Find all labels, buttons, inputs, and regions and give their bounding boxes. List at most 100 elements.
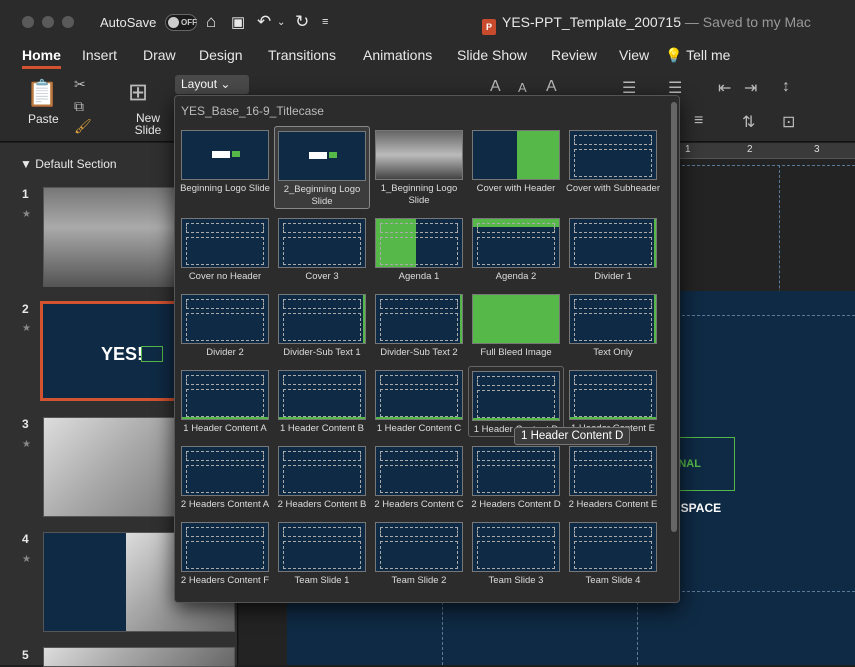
- minimize-window-button[interactable]: [42, 16, 54, 28]
- layout-label: Divider-Sub Text 2: [380, 347, 458, 358]
- layout-option-2-beginning-logo-slide[interactable]: 2_Beginning Logo Slide: [274, 126, 370, 209]
- new-slide-icon[interactable]: ⊞: [128, 78, 148, 107]
- increase-indent-icon[interactable]: ⇥: [744, 78, 757, 98]
- layout-option-2-headers-content-c[interactable]: 2 Headers Content C: [371, 442, 467, 511]
- cut-icon[interactable]: ✂: [74, 76, 86, 93]
- layout-option-team-slide-4[interactable]: Team Slide 4: [565, 518, 661, 587]
- powerpoint-file-icon: P: [482, 19, 496, 35]
- layout-option-cover-with-subheader[interactable]: Cover with Subheader: [565, 126, 661, 195]
- layout-preview: [181, 294, 269, 344]
- layout-label: 2 Headers Content C: [374, 499, 464, 510]
- close-window-button[interactable]: [22, 16, 34, 28]
- layout-preview: [375, 446, 463, 496]
- tab-view[interactable]: View: [619, 47, 649, 63]
- tab-insert[interactable]: Insert: [82, 47, 117, 63]
- layout-option-1-header-content-b[interactable]: 1 Header Content B: [274, 366, 370, 435]
- save-icon[interactable]: ▣: [231, 13, 245, 31]
- layout-preview: [278, 218, 366, 268]
- layout-option-2-headers-content-f[interactable]: 2 Headers Content F: [177, 518, 273, 587]
- layout-option-text-only[interactable]: Text Only: [565, 290, 661, 359]
- layout-option-divider-2[interactable]: Divider 2: [177, 290, 273, 359]
- layout-option-divider-sub-text-2[interactable]: Divider-Sub Text 2: [371, 290, 467, 359]
- customize-toolbar-icon[interactable]: ≡: [322, 16, 328, 28]
- line-spacing-icon[interactable]: ↕: [782, 78, 790, 96]
- layout-button[interactable]: Layout ⌄: [175, 75, 249, 94]
- layout-option-1-beginning-logo-slide[interactable]: 1_Beginning Logo Slide: [371, 126, 467, 207]
- tooltip: 1 Header Content D: [514, 427, 631, 445]
- document-title: P YES-PPT_Template_200715 — Saved to my M…: [482, 14, 811, 35]
- layout-option-team-slide-3[interactable]: Team Slide 3: [468, 518, 564, 587]
- autosave-toggle[interactable]: OFF: [165, 14, 197, 31]
- tab-home[interactable]: Home: [22, 47, 61, 69]
- redo-icon[interactable]: ↻: [295, 12, 309, 32]
- layout-preview: [472, 130, 560, 180]
- layout-label: Cover 3: [305, 271, 339, 282]
- layout-option-1-header-content-c[interactable]: 1 Header Content C: [371, 366, 467, 435]
- layout-option-team-slide-2[interactable]: Team Slide 2: [371, 518, 467, 587]
- zoom-window-button[interactable]: [62, 16, 74, 28]
- chevron-down-icon[interactable]: ⌄: [277, 17, 285, 28]
- layout-option-cover-with-header[interactable]: Cover with Header: [468, 126, 564, 195]
- layout-option-2-headers-content-a[interactable]: 2 Headers Content A: [177, 442, 273, 511]
- layout-option-agenda-2[interactable]: Agenda 2: [468, 214, 564, 283]
- home-icon[interactable]: ⌂: [206, 12, 216, 32]
- layout-label: 1 Header Content A: [183, 423, 267, 434]
- layout-option-beginning-logo-slide[interactable]: Beginning Logo Slide: [177, 126, 273, 195]
- layout-option-team-slide-1[interactable]: Team Slide 1: [274, 518, 370, 587]
- paste-icon[interactable]: 📋: [26, 78, 58, 109]
- tab-tell-me[interactable]: 💡 Tell me: [665, 47, 730, 64]
- align-text-icon[interactable]: ⊡: [782, 112, 795, 132]
- layout-option-cover-3[interactable]: Cover 3: [274, 214, 370, 283]
- layout-option-divider-sub-text-1[interactable]: Divider-Sub Text 1: [274, 290, 370, 359]
- section-header[interactable]: ▼ Default Section: [20, 157, 117, 171]
- layout-label: 2 Headers Content A: [180, 499, 270, 510]
- layout-option-cover-no-header[interactable]: Cover no Header: [177, 214, 273, 283]
- layout-label: Divider 2: [206, 347, 244, 358]
- layout-option-divider-1[interactable]: Divider 1: [565, 214, 661, 283]
- tab-transitions[interactable]: Transitions: [268, 47, 336, 63]
- layout-label: Divider-Sub Text 1: [283, 347, 361, 358]
- tab-slide-show[interactable]: Slide Show: [457, 47, 527, 63]
- undo-icon[interactable]: ↶: [257, 12, 271, 32]
- logo-mark: [141, 346, 163, 362]
- layout-option-2-headers-content-e[interactable]: 2 Headers Content E: [565, 442, 661, 511]
- layout-label: Agenda 1: [398, 271, 440, 282]
- font-size-decrease-icon[interactable]: A: [518, 80, 527, 95]
- layout-option-2-headers-content-d[interactable]: 2 Headers Content D: [468, 442, 564, 511]
- paste-label: Paste: [28, 112, 59, 126]
- layout-label: Layout: [181, 77, 218, 91]
- decrease-indent-icon[interactable]: ⇤: [718, 78, 731, 98]
- layout-label: 1 Header Content C: [376, 423, 462, 434]
- layout-option-2-headers-content-b[interactable]: 2 Headers Content B: [274, 442, 370, 511]
- align-right-icon[interactable]: ≡: [694, 112, 703, 130]
- layout-preview: [472, 218, 560, 268]
- layout-option-agenda-1[interactable]: Agenda 1: [371, 214, 467, 283]
- layout-label: 2 Headers Content B: [277, 499, 367, 510]
- tab-draw[interactable]: Draw: [143, 47, 176, 63]
- layout-option-1-header-content-a[interactable]: 1 Header Content A: [177, 366, 273, 435]
- layout-preview: [375, 130, 463, 180]
- layout-label: 1_Beginning Logo Slide: [380, 183, 458, 206]
- layout-label: Beginning Logo Slide: [180, 183, 270, 194]
- layout-label: Text Only: [593, 347, 633, 358]
- tab-design[interactable]: Design: [199, 47, 243, 63]
- layout-label: 1 Header Content B: [280, 423, 364, 434]
- layout-preview: [569, 218, 657, 268]
- slide-number: 2: [22, 302, 29, 316]
- format-painter-icon[interactable]: 🖌: [74, 118, 92, 135]
- text-direction-icon[interactable]: ⇅: [742, 112, 755, 132]
- slide-thumbnail-5[interactable]: [43, 647, 235, 667]
- copy-icon[interactable]: ⧉: [74, 98, 84, 115]
- gallery-scrollbar[interactable]: [671, 102, 677, 532]
- layout-option-1-header-content-e[interactable]: 1 Header Content E: [565, 366, 661, 435]
- tab-review[interactable]: Review: [551, 47, 597, 63]
- tab-animations[interactable]: Animations: [363, 47, 432, 63]
- font-size-increase-icon[interactable]: A: [490, 78, 501, 96]
- clear-formatting-icon[interactable]: A: [546, 78, 557, 96]
- layout-label: Full Bleed Image: [480, 347, 552, 358]
- layout-preview: [569, 294, 657, 344]
- layout-label: Agenda 2: [495, 271, 537, 282]
- layout-option-full-bleed-image[interactable]: Full Bleed Image: [468, 290, 564, 359]
- layout-preview: [375, 370, 463, 420]
- star-icon: ★: [22, 439, 31, 450]
